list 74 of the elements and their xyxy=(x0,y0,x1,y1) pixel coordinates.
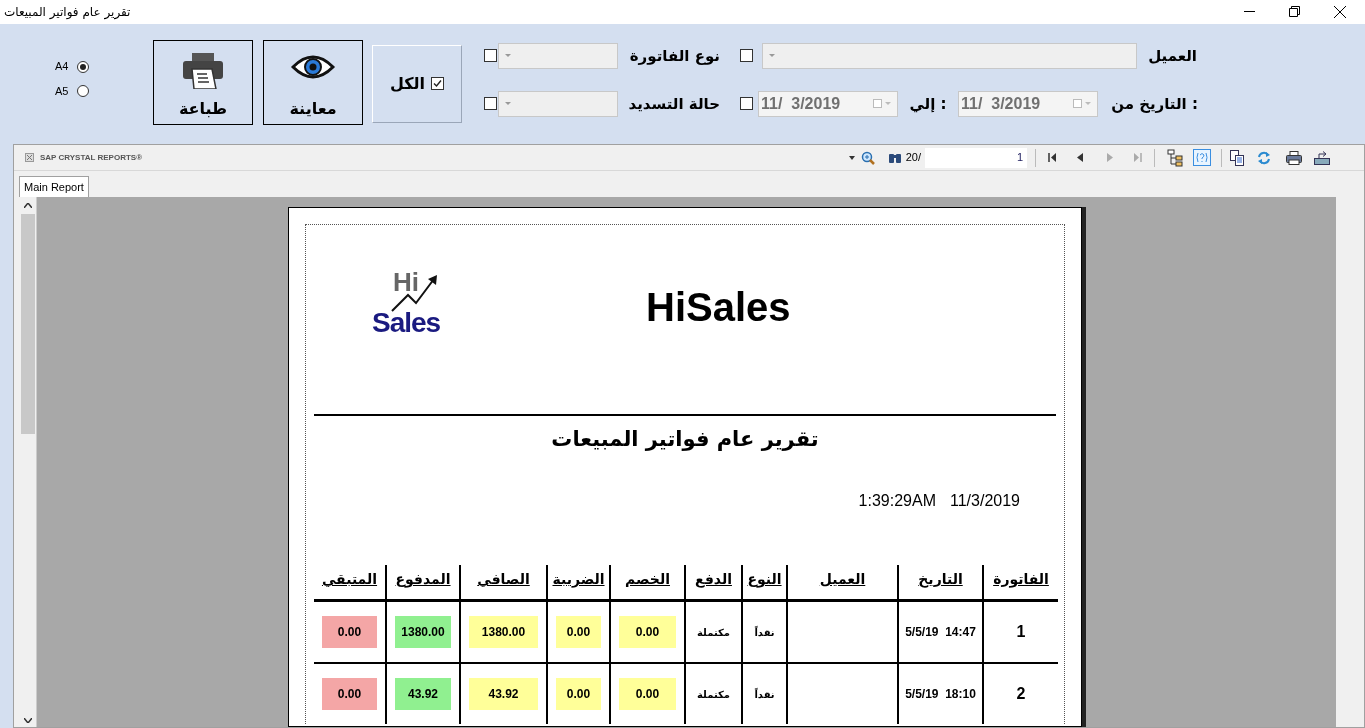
table-cell: 0.00 xyxy=(556,678,601,710)
all-checkbox[interactable]: الكل xyxy=(389,71,445,96)
column-header: الدفع xyxy=(695,570,732,590)
table-cell-text: 2 xyxy=(1016,684,1026,704)
checkbox[interactable] xyxy=(740,97,753,111)
report-title: تقرير عام فواتير المبيعات xyxy=(551,425,819,453)
column-header: الصافي xyxy=(477,570,530,589)
toolbar-button[interactable]: طباعة xyxy=(153,40,253,126)
export-icon[interactable] xyxy=(1314,150,1330,165)
page-count: 20/ xyxy=(905,150,921,166)
restore-icon[interactable] xyxy=(1289,6,1300,18)
brand-label: SAP CRYSTAL REPORTS® xyxy=(40,151,143,164)
table-cell: 0.00 xyxy=(556,616,601,648)
caret-icon[interactable] xyxy=(848,155,855,160)
filter-label: العميل xyxy=(1147,45,1197,67)
date-field[interactable]: 11/ 3/2019 xyxy=(758,90,898,117)
filter-label: حالة التسديد xyxy=(627,93,721,115)
logo: Hi Sales xyxy=(372,269,442,341)
close-icon[interactable] xyxy=(1334,5,1346,18)
first-page-icon[interactable] xyxy=(1048,153,1056,162)
radio-label: A5 xyxy=(55,83,70,99)
filter-label: إلي : xyxy=(908,93,948,115)
column-header: النوع xyxy=(747,570,782,590)
table-cell-text: نقداً xyxy=(754,687,775,702)
radio-button[interactable] xyxy=(77,60,89,73)
column-header: التاريخ xyxy=(918,570,963,590)
copy-icon[interactable] xyxy=(1230,149,1244,166)
print-icon[interactable] xyxy=(1286,150,1302,165)
column-header: المتبقي xyxy=(321,570,378,589)
table-cell-text: نقداً xyxy=(754,625,775,640)
column-header: الضريبة xyxy=(552,570,605,590)
table-cell-text: مكتملة xyxy=(697,687,730,702)
toolbar-button[interactable]: معاينة xyxy=(263,40,363,126)
checkbox[interactable] xyxy=(740,49,753,63)
report-tab[interactable]: Main Report xyxy=(19,176,89,197)
column-header: العميل xyxy=(819,570,866,589)
table-cell: 43.92 xyxy=(395,678,451,710)
report-date: 11/3/2019 xyxy=(950,491,1020,511)
refresh-icon[interactable] xyxy=(1257,150,1271,165)
scroll-up-icon[interactable] xyxy=(23,203,32,208)
help-icon[interactable] xyxy=(1193,149,1211,166)
tree-icon[interactable] xyxy=(1167,148,1183,167)
filter-label: نوع الفاتورة xyxy=(628,45,721,67)
zoom-icon[interactable] xyxy=(860,150,875,165)
scrollbar[interactable] xyxy=(19,197,37,727)
checkbox[interactable] xyxy=(484,97,497,111)
radio-label: A4 xyxy=(55,59,70,75)
column-header: الخصم xyxy=(625,570,670,589)
checkbox[interactable] xyxy=(484,49,497,63)
printer-icon xyxy=(182,53,224,90)
checkbox[interactable] xyxy=(431,77,445,91)
table-cell: 0.00 xyxy=(619,616,676,648)
page-field[interactable]: 1 xyxy=(925,147,1027,168)
table-cell: 0.00 xyxy=(322,678,377,710)
binoculars-icon[interactable] xyxy=(887,151,902,164)
table-cell-text: مكتملة xyxy=(697,625,730,640)
report-time: 1:39:29AM xyxy=(858,491,936,511)
table-cell: 1380.00 xyxy=(469,616,538,648)
filter-label: التاريخ من : xyxy=(1110,93,1198,115)
column-header: الفاتورة xyxy=(993,570,1049,590)
scroll-down-icon[interactable] xyxy=(23,718,32,723)
previous-page-icon[interactable] xyxy=(1077,153,1083,162)
column-header: المدفوع xyxy=(395,570,451,590)
table-cell-text: 5/5/19 18:10 xyxy=(905,686,976,703)
table-cell-text: 5/5/19 14:47 xyxy=(905,624,976,641)
date-field[interactable]: 11/ 3/2019 xyxy=(958,90,1098,117)
table-cell: 43.92 xyxy=(469,678,538,710)
table-cell: 0.00 xyxy=(619,678,676,710)
table-cell-text: 1 xyxy=(1016,622,1026,642)
radio-button[interactable] xyxy=(77,85,89,97)
table-cell: 1380.00 xyxy=(395,616,451,648)
report-brand: HiSales xyxy=(646,284,791,332)
window-title: تقرير عام فواتير المبيعات xyxy=(4,3,131,21)
table-cell: 0.00 xyxy=(322,616,377,648)
